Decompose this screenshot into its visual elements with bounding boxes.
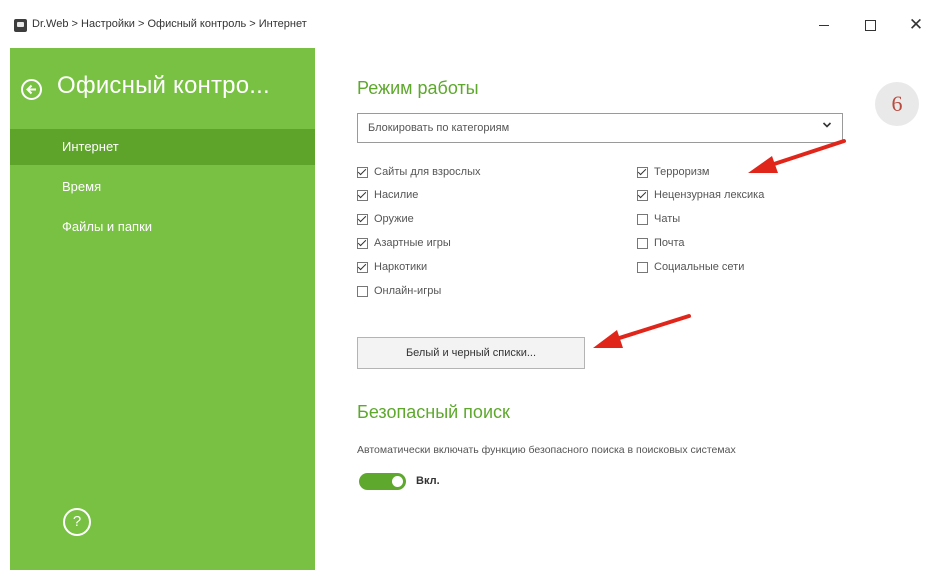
category-terrorism[interactable]: Терроризм	[637, 164, 709, 180]
category-chats[interactable]: Чаты	[637, 211, 680, 227]
category-violence[interactable]: Насилие	[357, 187, 418, 203]
sidebar-item-files-folders[interactable]: Файлы и папки	[10, 209, 315, 245]
checkbox-label: Азартные игры	[374, 237, 451, 249]
mode-select-value: Блокировать по категориям	[368, 122, 510, 134]
toggle-state-label: Вкл.	[416, 475, 440, 487]
close-button[interactable]: ✕	[896, 12, 936, 38]
checkbox[interactable]	[637, 261, 648, 273]
checkbox[interactable]	[357, 189, 368, 201]
sidebar: Офисный контро... Интернет Время Файлы и…	[10, 48, 315, 570]
safe-search-description: Автоматически включать функцию безопасно…	[357, 444, 736, 456]
title-bar: Dr.Web > Настройки > Офисный контроль > …	[0, 0, 938, 48]
category-gambling[interactable]: Азартные игры	[357, 235, 451, 251]
checkbox[interactable]	[357, 166, 368, 178]
category-mail[interactable]: Почта	[637, 235, 685, 251]
checkbox-label: Нецензурная лексика	[654, 189, 765, 201]
category-drugs[interactable]: Наркотики	[357, 259, 427, 275]
checkbox-label: Почта	[654, 237, 685, 249]
maximize-icon	[864, 19, 876, 31]
chevron-down-icon	[822, 120, 832, 133]
category-weapons[interactable]: Оружие	[357, 211, 414, 227]
app-icon	[14, 19, 27, 32]
checkbox-label: Сайты для взрослых	[374, 166, 481, 178]
checkbox-label: Чаты	[654, 213, 681, 225]
back-arrow-icon[interactable]	[21, 79, 42, 100]
checkbox[interactable]	[637, 213, 648, 225]
sidebar-title: Офисный контро...	[57, 72, 270, 99]
category-online-games[interactable]: Онлайн-игры	[357, 283, 441, 299]
category-obscene-language[interactable]: Нецензурная лексика	[637, 187, 764, 203]
help-icon[interactable]: ?	[63, 508, 91, 536]
mode-section-title: Режим работы	[357, 78, 479, 98]
checkbox[interactable]	[637, 189, 648, 201]
checkbox-label: Оружие	[374, 213, 414, 225]
minimize-button[interactable]	[804, 12, 844, 38]
annotation-arrow-lists-button	[593, 314, 691, 348]
close-icon: ✕	[908, 15, 924, 34]
toggle-knob	[392, 476, 403, 487]
sidebar-item-internet[interactable]: Интернет	[10, 129, 315, 165]
checkbox-label: Наркотики	[374, 261, 428, 273]
mode-select[interactable]: Блокировать по категориям	[357, 113, 843, 143]
step-badge: 6	[875, 82, 919, 126]
checkbox[interactable]	[357, 237, 368, 249]
checkbox[interactable]	[357, 285, 368, 297]
safe-search-section-title: Безопасный поиск	[357, 402, 510, 422]
minimize-icon	[819, 24, 829, 26]
sidebar-item-time[interactable]: Время	[10, 169, 315, 205]
checkbox-label: Социальные сети	[654, 261, 745, 273]
maximize-button[interactable]	[850, 12, 890, 38]
checkbox[interactable]	[357, 213, 368, 225]
white-black-lists-button[interactable]: Белый и черный списки...	[357, 337, 585, 369]
checkbox-label: Онлайн-игры	[374, 285, 442, 297]
safe-search-toggle[interactable]	[359, 473, 406, 490]
category-adult-sites[interactable]: Сайты для взрослых	[357, 164, 481, 180]
checkbox-label: Терроризм	[654, 166, 710, 178]
window-title: Dr.Web > Настройки > Офисный контроль > …	[32, 18, 307, 30]
checkbox[interactable]	[637, 166, 648, 178]
checkbox-label: Насилие	[374, 189, 419, 201]
checkbox[interactable]	[637, 237, 648, 249]
category-social-networks[interactable]: Социальные сети	[637, 259, 744, 275]
checkbox[interactable]	[357, 261, 368, 273]
